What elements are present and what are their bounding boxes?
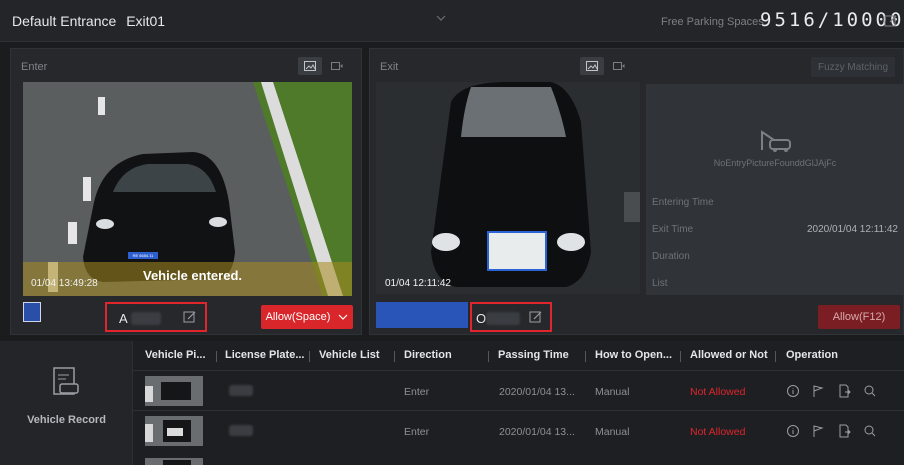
allow-space-button[interactable]: Allow(Space): [261, 305, 353, 329]
enter-camera-image: RE 6654.11 01/04 13:49:28 Vehicle entere…: [23, 82, 352, 296]
col-separator: [216, 351, 217, 362]
how-to-open-cell: Manual: [595, 426, 630, 438]
enter-panel-header: Enter: [11, 49, 361, 83]
col-vehicle-list[interactable]: Vehicle List: [319, 349, 380, 365]
enter-timestamp: 01/04 13:49:28: [31, 278, 98, 289]
duration-label: Duration: [652, 251, 690, 262]
enter-panel: Enter RE 6654.11 01/04 13:49:28 Vehicle …: [10, 48, 362, 335]
col-separator: [394, 351, 395, 362]
col-separator: [309, 351, 310, 362]
list-label: List: [652, 278, 668, 289]
exit-plate-box[interactable]: O: [470, 302, 552, 332]
allowed-cell: Not Allowed: [690, 386, 746, 398]
vehicle-thumbnail: [145, 455, 203, 465]
col-passing-time[interactable]: Passing Time: [498, 349, 569, 365]
entering-time-label: Entering Time: [652, 197, 714, 208]
picture-view-icon[interactable]: [580, 57, 604, 75]
vehicle-record-icon: [53, 367, 79, 395]
search-icon[interactable]: [863, 384, 877, 398]
col-how-to-open[interactable]: How to Open...: [595, 349, 672, 365]
exit-name: Exit01: [126, 13, 166, 29]
vehicle-thumbnail: [145, 376, 203, 406]
allowed-cell: Not Allowed: [690, 426, 746, 438]
edit-icon[interactable]: [529, 310, 543, 329]
vehicle-thumbnail: [145, 416, 203, 446]
video-view-icon[interactable]: [325, 57, 349, 75]
edit-icon[interactable]: [884, 14, 898, 28]
col-separator: [680, 351, 681, 362]
fuzzy-matching-button[interactable]: Fuzzy Matching: [811, 57, 895, 77]
entrance-title: Default Entrance Exit01: [12, 13, 165, 29]
info-icon[interactable]: [786, 424, 800, 438]
free-parking-value: 9516/10000: [760, 9, 904, 31]
exit-timestamp: 01/04 12:11:42: [385, 278, 451, 289]
plate-redacted: [229, 425, 253, 436]
direction-cell: Enter: [404, 386, 430, 398]
enter-plate-on-car: RE 6654.11: [132, 253, 154, 258]
allow-space-label: Allow(Space): [265, 311, 331, 323]
vehicle-record-nav[interactable]: Vehicle Record: [0, 341, 133, 465]
passing-time-cell: 2020/01/04 13...: [499, 426, 575, 438]
plate-redacted: [229, 385, 253, 396]
vehicle-entered-text: Vehicle entered.: [143, 268, 242, 283]
col-separator: [775, 351, 776, 362]
direction-cell: Enter: [404, 426, 430, 438]
exit-time-value: 2020/01/04 12:11:42: [806, 224, 898, 235]
export-icon[interactable]: [837, 384, 851, 398]
enter-plate-prefix: A: [119, 311, 128, 326]
enter-plate-box[interactable]: A: [105, 302, 207, 332]
info-icon[interactable]: [786, 384, 800, 398]
flag-icon[interactable]: [811, 424, 825, 438]
search-icon[interactable]: [863, 424, 877, 438]
col-operation: Operation: [786, 349, 838, 361]
no-picture-icon: [761, 130, 791, 152]
col-allowed[interactable]: Allowed or Not: [690, 349, 768, 365]
exit-time-label: Exit Time: [652, 224, 694, 235]
free-parking-label: Free Parking Spaces: [661, 16, 764, 28]
flag-icon[interactable]: [811, 384, 825, 398]
entrance-name: Default Entrance: [12, 13, 117, 29]
col-separator: [585, 351, 586, 362]
exit-plate-thumbnail: [376, 302, 468, 328]
picture-view-icon[interactable]: [298, 57, 322, 75]
col-vehicle-picture[interactable]: Vehicle Pi...: [145, 349, 206, 365]
col-separator: [488, 351, 489, 362]
exit-plate-prefix: O: [476, 311, 487, 326]
exit-label: Exit: [380, 61, 399, 73]
no-entry-picture-text: NoEntryPictureFounddGlJAjFc: [713, 158, 837, 168]
edit-icon[interactable]: [183, 310, 197, 329]
table-row[interactable]: Enter 2020/01/04 13... Manual Not Allowe…: [133, 370, 904, 410]
vehicle-record-label: Vehicle Record: [27, 414, 106, 426]
enter-plate-redacted: [131, 312, 161, 325]
passing-time-cell: 2020/01/04 13...: [499, 386, 575, 398]
chevron-down-icon[interactable]: [436, 14, 446, 24]
entry-info-panel: NoEntryPictureFounddGlJAjFc Entering Tim…: [646, 84, 904, 295]
col-direction[interactable]: Direction: [404, 349, 452, 365]
enter-plate-thumbnail: [23, 302, 41, 322]
allow-f12-button[interactable]: Allow(F12): [818, 305, 900, 329]
table-row[interactable]: Enter 2020/01/04 13... Manual Not Allowe…: [133, 410, 904, 450]
col-license-plate[interactable]: License Plate...: [225, 349, 304, 365]
how-to-open-cell: Manual: [595, 386, 630, 398]
exit-camera-image: 01/04 12:11:42: [376, 82, 640, 294]
export-icon[interactable]: [837, 424, 851, 438]
exit-plate-redacted: [486, 312, 520, 325]
enter-label: Enter: [21, 61, 48, 73]
video-view-icon[interactable]: [607, 57, 631, 75]
exit-panel: Exit 01/04 12:11:42 Fuzzy Matching NoEnt…: [369, 48, 904, 335]
top-bar: Default Entrance Exit01 Free Parking Spa…: [0, 0, 904, 42]
